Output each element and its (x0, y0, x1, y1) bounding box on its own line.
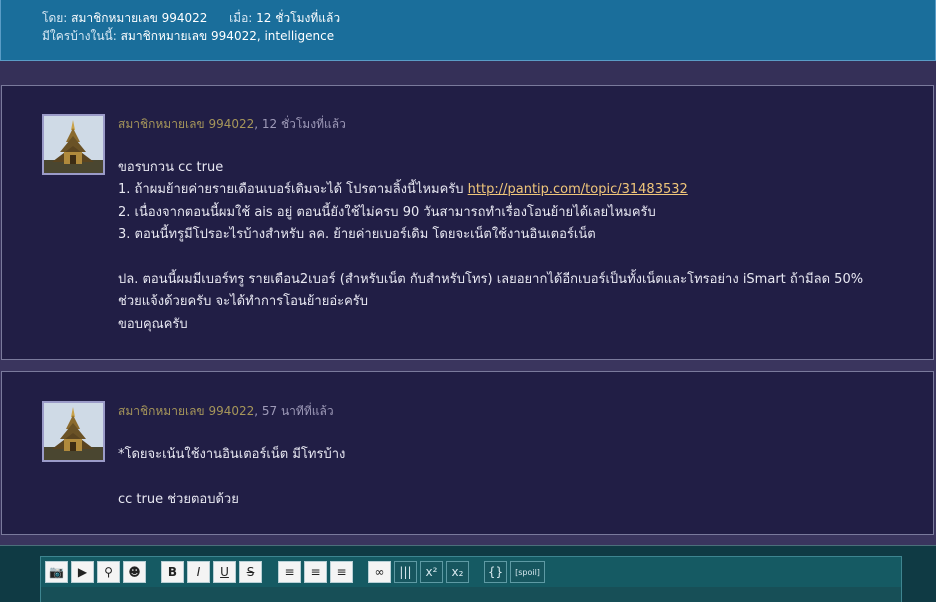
participants-line: มีใครบ้างในนี้: สมาชิกหมายเลข 994022, in… (42, 27, 334, 46)
author-link[interactable]: สมาชิกหมายเลข 994022 (71, 11, 207, 25)
comment-box: สมาชิกหมายเลข 994022, 57 นาทีที่แล้ว *โด… (1, 371, 934, 535)
author-line: โดย: สมาชิกหมายเลข 994022 เมื่อ: 12 ชั่ว… (42, 9, 340, 28)
link-icon[interactable]: ∞ (368, 561, 391, 583)
comment-line: *โดยจะเน้นใช้งานอินเตอร์เน็ต มีโทรบ้าง (118, 447, 346, 462)
video-icon[interactable]: ▶ (71, 561, 94, 583)
editor-toolbar: 📷 ▶ ⚲ ☻ B I U S ≡ ≡ ≡ ∞ ||| x² x₂ {} [sp… (40, 556, 902, 602)
camera-icon[interactable]: 📷 (45, 561, 68, 583)
temple-image (44, 116, 103, 173)
comment-line: 3. ตอนนี้ทรูมีโปรอะไรบ้างสำหรับ ลค. ย้าย… (118, 227, 596, 242)
comment-box: สมาชิกหมายเลข 994022, 12 ชั่วโมงที่แล้ว … (1, 85, 934, 360)
comment-time: , 12 ชั่วโมงที่แล้ว (254, 117, 346, 131)
temple-image (44, 403, 103, 460)
comment-line: 1. ถ้าผมย้ายค่ายรายเดือนเบอร์เดิมจะได้ โ… (118, 182, 688, 197)
avatar[interactable] (42, 114, 105, 175)
comment-meta: สมาชิกหมายเลข 994022, 57 นาทีที่แล้ว (118, 402, 334, 421)
by-label: โดย: (42, 11, 68, 25)
editor-textarea[interactable] (41, 587, 901, 602)
subscript-icon[interactable]: x₂ (446, 561, 469, 583)
superscript-icon[interactable]: x² (420, 561, 443, 583)
comment-line: cc true ช่วยตอบด้วย (118, 492, 239, 507)
comment-author[interactable]: สมาชิกหมายเลข 994022 (118, 404, 254, 418)
spoiler-icon[interactable]: [spoil] (510, 561, 545, 583)
italic-icon[interactable]: I (187, 561, 210, 583)
emoticon-icon[interactable]: ☻ (123, 561, 146, 583)
divider-band (0, 61, 936, 85)
comment-line: 2. เนื่องจากตอนนี้ผมใช้ ais อยู่ ตอนนี้ย… (118, 205, 656, 220)
comment-line: ขอบคุณครับ (118, 317, 188, 332)
bold-icon[interactable]: B (161, 561, 184, 583)
comment-line: ช่วยแจ้งด้วยครับ จะได้ทำการโอนย้ายอ่ะครั… (118, 294, 369, 309)
align-left-icon[interactable]: ≡ (278, 561, 301, 583)
align-center-icon[interactable]: ≡ (304, 561, 327, 583)
underline-icon[interactable]: U (213, 561, 236, 583)
comment-line: ปล. ตอนนี้ผมมีเบอร์ทรู รายเดือน2เบอร์ (ส… (118, 272, 864, 287)
code-icon[interactable]: ||| (394, 561, 417, 583)
strikethrough-icon[interactable]: S (239, 561, 262, 583)
comment-line: ขอรบกวน cc true (118, 160, 224, 175)
topic-summary: โดย: สมาชิกหมายเลข 994022 เมื่อ: 12 ชั่ว… (0, 0, 936, 61)
map-pin-icon[interactable]: ⚲ (97, 561, 120, 583)
posted-time: 12 ชั่วโมงที่แล้ว (256, 11, 341, 25)
comment-meta: สมาชิกหมายเลข 994022, 12 ชั่วโมงที่แล้ว (118, 115, 346, 134)
align-right-icon[interactable]: ≡ (330, 561, 353, 583)
when-label: เมื่อ: (229, 11, 253, 25)
avatar[interactable] (42, 401, 105, 462)
topic-link[interactable]: http://pantip.com/topic/31483532 (468, 182, 688, 197)
comment-author[interactable]: สมาชิกหมายเลข 994022 (118, 117, 254, 131)
participants-label: มีใครบ้างในนี้: (42, 29, 117, 43)
code-block-icon[interactable]: {} (484, 561, 507, 583)
comment-time: , 57 นาทีที่แล้ว (254, 404, 334, 418)
participants-list[interactable]: สมาชิกหมายเลข 994022, intelligence (121, 29, 335, 43)
